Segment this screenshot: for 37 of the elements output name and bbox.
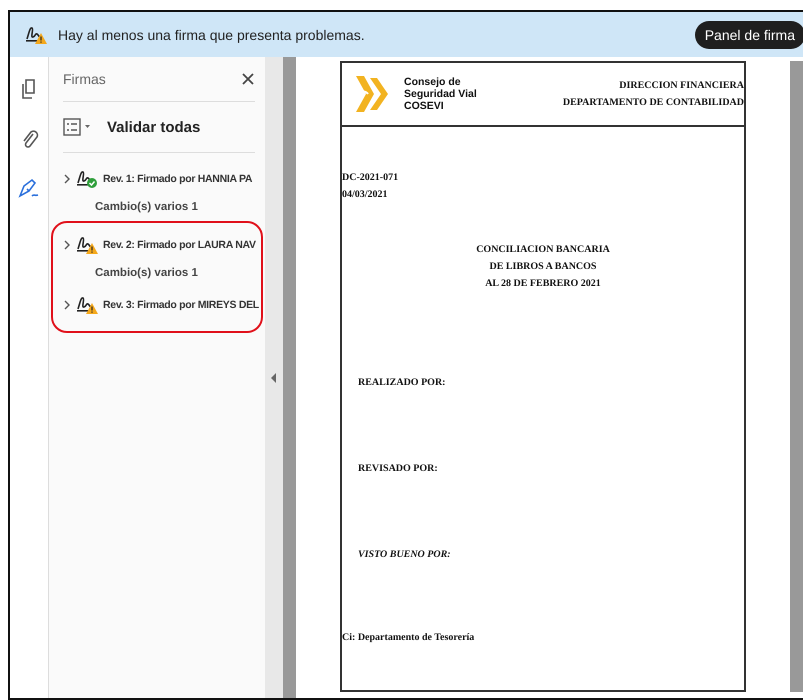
document-title: CONCILIACION BANCARIA xyxy=(475,243,611,257)
validate-all-button[interactable]: Validar todas xyxy=(107,118,200,136)
document-title: AL 28 DE FEBRERO 2021 xyxy=(484,277,602,291)
chevron-icon[interactable] xyxy=(63,239,71,251)
signature-detail: Cambio(s) varios 1 xyxy=(95,201,199,213)
signature-warning-icon xyxy=(75,295,99,315)
signature-field-label: VISTO BUENO POR: xyxy=(358,548,452,562)
signature-label: Rev. 1: Firmado por HANNIA PA xyxy=(103,173,252,185)
list-options-icon[interactable] xyxy=(63,118,93,136)
copy-note: Ci: Departamento de Tesorería xyxy=(342,631,476,645)
organization-name: Consejo de xyxy=(404,76,462,88)
close-icon[interactable] xyxy=(241,72,255,86)
signature-panel-button[interactable]: Panel de firma xyxy=(694,20,803,48)
document-title: DE LIBROS A BANCOS xyxy=(488,260,598,274)
banner-message: Hay al menos una firma que presenta problemas. xyxy=(58,26,366,42)
signature-warning-icon xyxy=(75,235,99,255)
chevron-icon[interactable] xyxy=(63,299,71,311)
signature-pen-icon xyxy=(18,178,40,200)
signature-item[interactable]: Rev. 2: Firmado por LAURA NAV xyxy=(63,227,259,263)
organization-name: COSEVI xyxy=(404,100,445,112)
signature-detail: Cambio(s) varios 1 xyxy=(95,267,199,279)
signature-item[interactable]: Rev. 3: Firmado por MIREYS DEL xyxy=(63,287,259,323)
signature-warning-icon xyxy=(24,24,48,44)
signature-field-label: REVISADO POR: xyxy=(358,462,439,476)
department-heading: DEPARTAMENTO DE CONTABILIDAD xyxy=(562,96,744,110)
signature-item[interactable]: Rev. 1: Firmado por HANNIA PA xyxy=(63,161,255,197)
panel-title: Firmas xyxy=(63,71,106,87)
organization-name: Seguridad Vial xyxy=(404,88,477,100)
reference-text: 04/03/2021 xyxy=(342,188,389,202)
signature-label: Rev. 3: Firmado por MIREYS DEL xyxy=(103,299,259,311)
collapse-arrow-icon[interactable] xyxy=(271,372,277,382)
reference-text: DC-2021-071 xyxy=(342,171,400,185)
signature-label: Rev. 2: Firmado por LAURA NAV xyxy=(103,239,256,251)
signature-valid-icon xyxy=(75,169,99,189)
department-heading: DIRECCION FINANCIERA xyxy=(618,79,744,93)
signature-field-label: REALIZADO POR: xyxy=(358,376,447,390)
chevron-icon[interactable] xyxy=(63,173,71,185)
